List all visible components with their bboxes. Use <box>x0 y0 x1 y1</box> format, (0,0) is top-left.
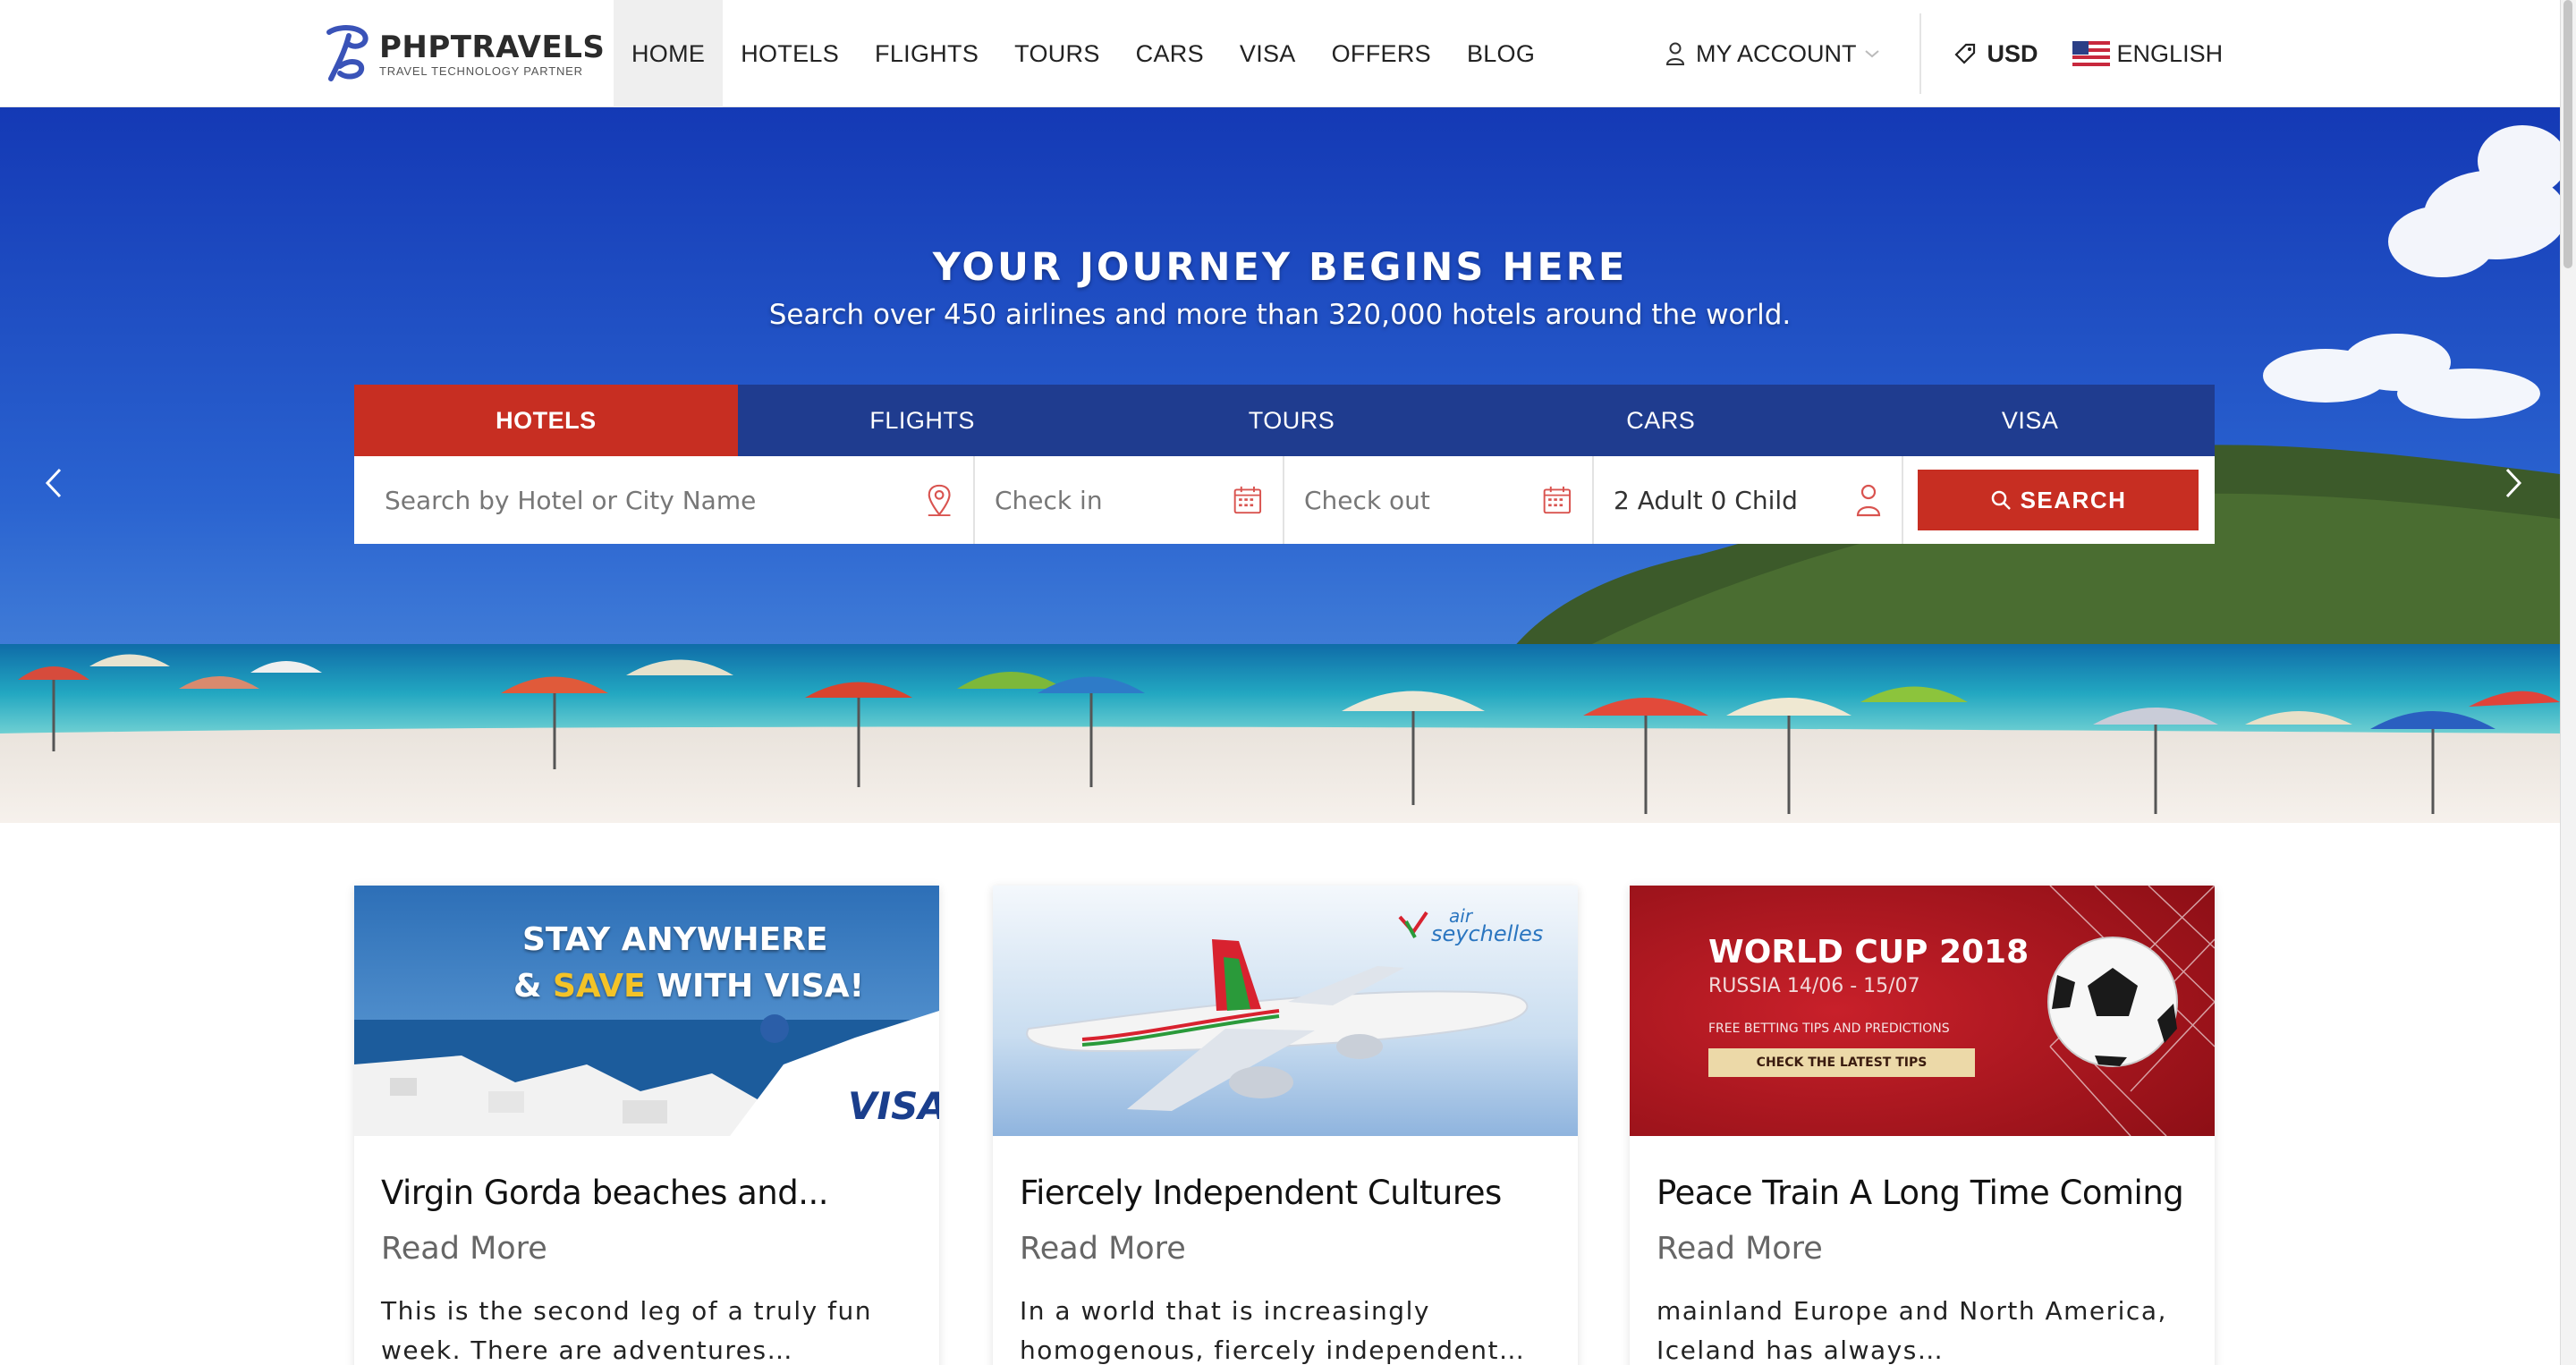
nav-home[interactable]: HOME <box>614 0 724 107</box>
account-nav: MY ACCOUNT USD ENGLISH <box>1665 0 2223 107</box>
user-icon <box>1665 42 1685 65</box>
brand-name: PHPTRAVELS <box>379 30 606 65</box>
checkout-field <box>1284 456 1594 544</box>
chevron-right-icon <box>2505 468 2522 498</box>
card-title[interactable]: Fiercely Independent Cultures <box>1020 1174 1502 1212</box>
visa-logo: VISA <box>848 1084 939 1128</box>
chevron-down-icon <box>1864 50 1879 58</box>
checkin-input[interactable] <box>995 485 1233 515</box>
brand-logo[interactable]: PHPTRAVELS TRAVEL TECHNOLOGY PARTNER <box>322 23 605 86</box>
worldcup-tips: FREE BETTING TIPS AND PREDICTIONS <box>1708 1022 1950 1036</box>
tag-icon <box>1953 43 1975 64</box>
carousel-next-button[interactable] <box>2496 456 2531 510</box>
scrollbar-thumb[interactable] <box>2563 0 2572 268</box>
worldcup-dates: RUSSIA 14/06 - 15/07 <box>1708 975 1920 997</box>
blog-card[interactable]: air seychelles Fiercely Independent Cult… <box>993 886 1578 1365</box>
nav-cars[interactable]: CARS <box>1118 0 1222 107</box>
us-flag-icon <box>2072 41 2110 66</box>
nav-visa[interactable]: VISA <box>1222 0 1314 107</box>
checkout-input[interactable] <box>1304 485 1543 515</box>
tab-tours[interactable]: TOURS <box>1107 385 1477 456</box>
hotel-destination-field <box>354 456 975 544</box>
hero-title: YOUR JOURNEY BEGINS HERE <box>932 245 1628 290</box>
read-more-link[interactable]: Read More <box>381 1231 547 1267</box>
worldcup-promo-banner: WORLD CUP 2018 RUSSIA 14/06 - 15/07 FREE… <box>1630 886 2215 1136</box>
nav-flights[interactable]: FLIGHTS <box>857 0 996 107</box>
chevron-left-icon <box>45 468 62 498</box>
calendar-icon <box>1233 486 1262 514</box>
banner-subline: & SAVE WITH VISA! <box>513 968 864 1005</box>
tab-visa[interactable]: VISA <box>1845 385 2215 456</box>
visa-promo-banner: STAY ANYWHERE & SAVE WITH VISA! VISA <box>354 886 939 1136</box>
worldcup-headline: WORLD CUP 2018 <box>1708 934 2029 971</box>
read-more-link[interactable]: Read More <box>1020 1231 1186 1267</box>
tab-flights[interactable]: FLIGHTS <box>738 385 1107 456</box>
my-account-dropdown[interactable]: MY ACCOUNT <box>1665 40 1891 68</box>
hero-subtitle: Search over 450 airlines and more than 3… <box>768 299 1792 331</box>
nav-divider <box>1919 13 1921 94</box>
my-account-label: MY ACCOUNT <box>1696 39 1857 67</box>
search-icon <box>1991 490 2011 510</box>
search-button-label: SEARCH <box>2020 486 2127 513</box>
calendar-icon <box>1543 486 1572 514</box>
main-nav: HOME HOTELS FLIGHTS TOURS CARS VISA OFFE… <box>614 0 1553 107</box>
user-icon <box>1856 484 1881 517</box>
hotel-search-input[interactable] <box>385 485 925 515</box>
banner-subline-b: SAVE <box>552 968 646 1005</box>
banner-subline-c: WITH VISA! <box>645 968 865 1005</box>
map-pin-icon <box>928 484 951 517</box>
tab-hotels[interactable]: HOTELS <box>354 385 738 456</box>
checkin-field <box>975 456 1284 544</box>
blog-card[interactable]: STAY ANYWHERE & SAVE WITH VISA! VISA Vir… <box>354 886 939 1365</box>
check-tips-button[interactable]: CHECK THE LATEST TIPS <box>1708 1048 1975 1077</box>
card-excerpt: mainland Europe and North America, Icela… <box>1657 1296 2167 1365</box>
language-selector[interactable]: ENGLISH <box>2072 39 2224 68</box>
search-button[interactable]: SEARCH <box>1918 470 2199 530</box>
language-label: ENGLISH <box>2116 39 2224 67</box>
tab-cars[interactable]: CARS <box>1476 385 1845 456</box>
banner-headline: STAY ANYWHERE <box>522 921 828 958</box>
airline-promo-banner: air seychelles <box>993 886 1578 1136</box>
logo-icon <box>326 25 369 81</box>
football-image <box>1630 886 2215 1136</box>
card-excerpt: In a world that is increasingly homogeno… <box>1020 1296 1526 1365</box>
card-title[interactable]: Virgin Gorda beaches and... <box>381 1174 829 1212</box>
airline-logo-bottom: seychelles <box>1431 921 1544 946</box>
carousel-prev-button[interactable] <box>36 456 72 510</box>
card-excerpt: This is the second leg of a truly fun we… <box>381 1296 872 1365</box>
currency-label: USD <box>1987 39 2038 67</box>
nav-hotels[interactable]: HOTELS <box>723 0 857 107</box>
blog-card[interactable]: WORLD CUP 2018 RUSSIA 14/06 - 15/07 FREE… <box>1630 886 2215 1365</box>
currency-selector[interactable]: USD <box>1953 40 2038 68</box>
top-header: PHPTRAVELS TRAVEL TECHNOLOGY PARTNER HOM… <box>0 0 2560 107</box>
nav-blog[interactable]: BLOG <box>1449 0 1553 107</box>
banner-subline-a: & <box>513 968 553 1005</box>
search-tabs: HOTELS FLIGHTS TOURS CARS VISA <box>354 385 2215 456</box>
read-more-link[interactable]: Read More <box>1657 1231 1823 1267</box>
hotel-search-form: 2 Adult 0 Child SEARCH <box>354 456 2215 544</box>
brand-tagline: TRAVEL TECHNOLOGY PARTNER <box>379 64 583 78</box>
nav-offers[interactable]: OFFERS <box>1314 0 1449 107</box>
guests-field[interactable]: 2 Adult 0 Child <box>1594 456 1903 544</box>
card-title[interactable]: Peace Train A Long Time Coming <box>1657 1174 2184 1212</box>
guests-value: 2 Adult 0 Child <box>1614 485 1798 515</box>
hero-banner: YOUR JOURNEY BEGINS HERE Search over 450… <box>0 107 2560 823</box>
nav-tours[interactable]: TOURS <box>996 0 1118 107</box>
